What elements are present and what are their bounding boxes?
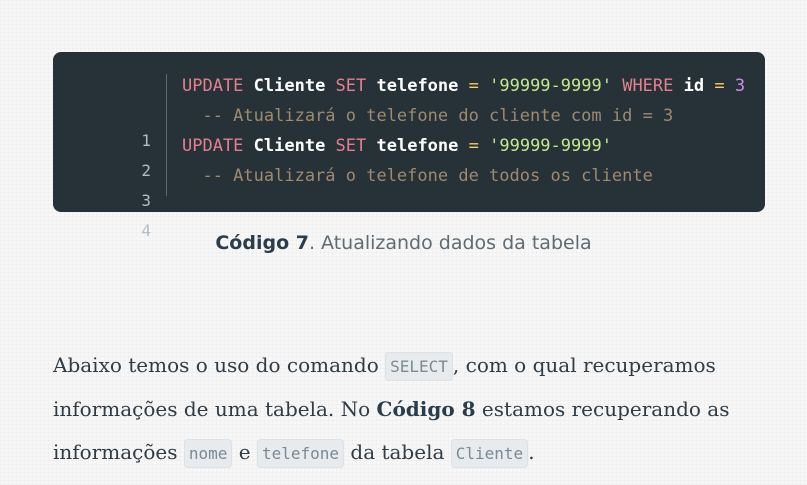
identifier: telefone <box>366 136 469 156</box>
code-reference: Código 8 <box>376 397 476 421</box>
gutter-separator <box>166 74 167 196</box>
keyword: SET <box>335 136 367 156</box>
code-block: 1 2 3 4 UPDATE Cliente SET telefone = '9… <box>53 52 765 240</box>
paragraph-text: da tabela <box>344 440 451 464</box>
keyword: SET <box>335 76 367 96</box>
paragraph-text: e <box>232 440 257 464</box>
line-number: 3 <box>141 191 151 210</box>
code-line-2: -- Atualizará o telefone do cliente com … <box>182 106 674 126</box>
line-number-gutter: 1 2 3 4 <box>53 52 167 240</box>
keyword: UPDATE <box>182 136 244 156</box>
paragraph-text: . <box>528 440 535 464</box>
paragraph-text: Abaixo temos o uso do comando <box>53 353 386 377</box>
code-line-1: UPDATE Cliente SET telefone = '99999-999… <box>182 76 745 96</box>
string-literal: '99999-9999' <box>489 136 612 156</box>
keyword: UPDATE <box>182 76 244 96</box>
inline-code-nome: nome <box>183 439 233 468</box>
number-literal: 3 <box>734 76 746 96</box>
caption-text: . Atualizando dados da tabela <box>308 232 592 254</box>
body-paragraph: Abaixo temos o uso do comando SELECT, co… <box>53 344 773 475</box>
identifier: Cliente <box>243 136 336 156</box>
inline-code-cliente: Cliente <box>450 439 529 468</box>
operator: = <box>468 76 479 96</box>
code-line-3: UPDATE Cliente SET telefone = '99999-999… <box>182 136 612 156</box>
inline-code-telefone: telefone <box>256 439 345 468</box>
identifier: telefone <box>366 76 469 96</box>
keyword: WHERE <box>622 76 674 96</box>
operator: = <box>468 136 479 156</box>
code-caption: Código 7. Atualizando dados da tabela <box>0 232 807 254</box>
identifier: Cliente <box>243 76 336 96</box>
code-line-4: -- Atualizará o telefone de todos os cli… <box>182 166 653 186</box>
line-number: 1 <box>141 131 151 150</box>
inline-code-select: SELECT <box>385 352 453 381</box>
string-literal: '99999-9999' <box>489 76 612 96</box>
identifier: id <box>673 76 715 96</box>
caption-label: Código 7 <box>215 232 309 254</box>
operator: = <box>714 76 725 96</box>
line-number: 2 <box>141 161 151 180</box>
